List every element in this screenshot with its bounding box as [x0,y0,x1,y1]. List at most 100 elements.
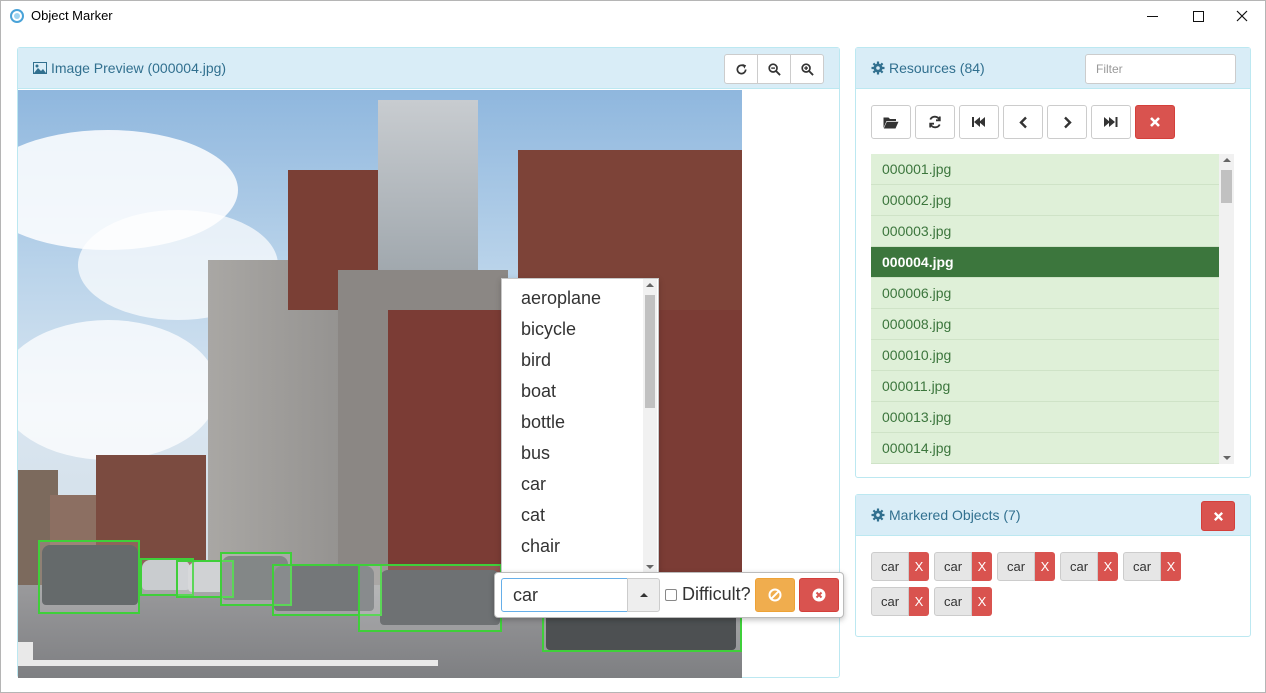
remove-icon [1150,117,1160,127]
minimize-button[interactable] [1129,1,1175,31]
scroll-up-icon[interactable] [646,283,654,287]
object-class-label[interactable]: car [1060,552,1098,581]
label-editor-popup: car Difficult? [494,572,844,618]
chevron-right-icon [1063,116,1072,128]
resource-file-list: 000001.jpg 000002.jpg 000003.jpg 000004.… [871,154,1219,464]
ban-icon [768,588,782,602]
delete-object-button[interactable]: X [909,587,929,616]
preview-panel-heading: Image Preview (000004.jpg) [18,48,839,89]
class-input[interactable]: car [501,578,628,612]
zoom-out-button[interactable] [757,54,791,84]
remove-circle-icon [812,588,826,602]
close-window-button[interactable] [1219,1,1265,31]
refresh-preview-button[interactable] [724,54,758,84]
caret-up-icon [639,593,648,597]
delete-object-button[interactable]: X [1098,552,1118,581]
folder-open-icon [883,117,899,128]
class-option[interactable]: car [521,474,546,495]
class-option[interactable]: boat [521,381,556,402]
resources-panel: Resources (84) Filter 000001.jpg 000002.… [855,47,1251,478]
app-window: Object Marker Image Preview (000004.jpg) [0,0,1266,693]
delete-object-button[interactable]: X [909,552,929,581]
difficult-checkbox[interactable] [665,589,677,601]
zoom-out-icon [767,62,781,76]
reload-button[interactable] [915,105,955,139]
object-tag[interactable]: car X [997,552,1055,581]
class-option[interactable]: bicycle [521,319,576,340]
delete-object-button[interactable]: X [972,552,992,581]
previous-image-button[interactable] [1003,105,1043,139]
objects-title-text: Markered Objects (7) [889,507,1021,523]
file-list-scroll-thumb[interactable] [1221,170,1232,203]
file-list-item[interactable]: 000003.jpg [871,216,1219,247]
class-option[interactable]: chair [521,536,560,557]
class-dropdown-list[interactable]: aeroplane bicycle bird boat bottle bus c… [501,278,659,574]
objects-panel-heading: Markered Objects (7) [856,495,1250,536]
scroll-down-icon[interactable] [1223,456,1231,460]
last-image-button[interactable] [1091,105,1131,139]
refresh-icon [736,63,747,74]
delete-label-button[interactable] [799,578,839,612]
object-class-label[interactable]: car [871,552,909,581]
object-tag[interactable]: car X [1060,552,1118,581]
close-icon [1236,10,1248,22]
object-class-label[interactable]: car [934,587,972,616]
object-class-label[interactable]: car [997,552,1035,581]
dropdown-scroll-thumb[interactable] [645,295,655,408]
zoom-in-button[interactable] [790,54,824,84]
file-list-item[interactable]: 000002.jpg [871,185,1219,216]
class-option[interactable]: cat [521,505,545,526]
file-list-item[interactable]: 000001.jpg [871,154,1219,185]
objects-title: Markered Objects (7) [871,507,1020,523]
file-list-item[interactable]: 000008.jpg [871,309,1219,340]
file-list-item[interactable]: 000006.jpg [871,278,1219,309]
zoom-in-icon [800,62,814,76]
delete-object-button[interactable]: X [1161,552,1181,581]
object-tag[interactable]: car X [871,552,929,581]
photo-road-marking [18,642,33,664]
object-class-label[interactable]: car [934,552,972,581]
class-option[interactable]: aeroplane [521,288,601,309]
file-list-item[interactable]: 000010.jpg [871,340,1219,371]
object-tag[interactable]: car X [871,587,929,616]
cancel-label-button[interactable] [755,578,795,612]
class-dropdown-toggle[interactable] [627,578,660,612]
markered-objects-panel: Markered Objects (7) car X car X car X c… [855,494,1251,637]
file-list-item-selected[interactable]: 000004.jpg [871,247,1219,278]
clear-objects-button[interactable] [1201,501,1235,531]
object-tag[interactable]: car X [1123,552,1181,581]
title-bar: Object Marker [1,1,1265,31]
gear-icon [871,508,885,522]
file-list-item[interactable]: 000011.jpg [871,371,1219,402]
object-tag[interactable]: car X [934,552,992,581]
scroll-up-icon[interactable] [1223,158,1231,162]
app-logo-icon [10,9,24,23]
class-option[interactable]: bus [521,443,550,464]
object-tag[interactable]: car X [934,587,992,616]
open-folder-button[interactable] [871,105,911,139]
fast-forward-icon [1104,117,1118,127]
maximize-icon [1192,10,1204,22]
maximize-button[interactable] [1175,1,1221,31]
fast-backward-icon [972,117,985,127]
file-list-scrollbar[interactable] [1219,154,1234,464]
delete-object-button[interactable]: X [1035,552,1055,581]
clear-resources-button[interactable] [1135,105,1175,139]
class-option[interactable]: bird [521,350,551,371]
minimize-icon [1146,15,1158,17]
class-option[interactable]: bottle [521,412,565,433]
object-class-label[interactable]: car [1123,552,1161,581]
filter-input[interactable]: Filter [1085,54,1236,84]
object-class-label[interactable]: car [871,587,909,616]
first-image-button[interactable] [959,105,999,139]
car-bounding-box[interactable] [38,540,140,614]
file-list-item[interactable]: 000013.jpg [871,402,1219,433]
file-list-item[interactable]: 000014.jpg [871,433,1219,464]
dropdown-scrollbar[interactable] [643,279,657,573]
next-image-button[interactable] [1047,105,1087,139]
remove-icon [1213,511,1223,521]
photo-road-marking [18,660,438,666]
scroll-down-icon[interactable] [646,565,654,569]
delete-object-button[interactable]: X [972,587,992,616]
car-bounding-box[interactable] [358,564,502,632]
